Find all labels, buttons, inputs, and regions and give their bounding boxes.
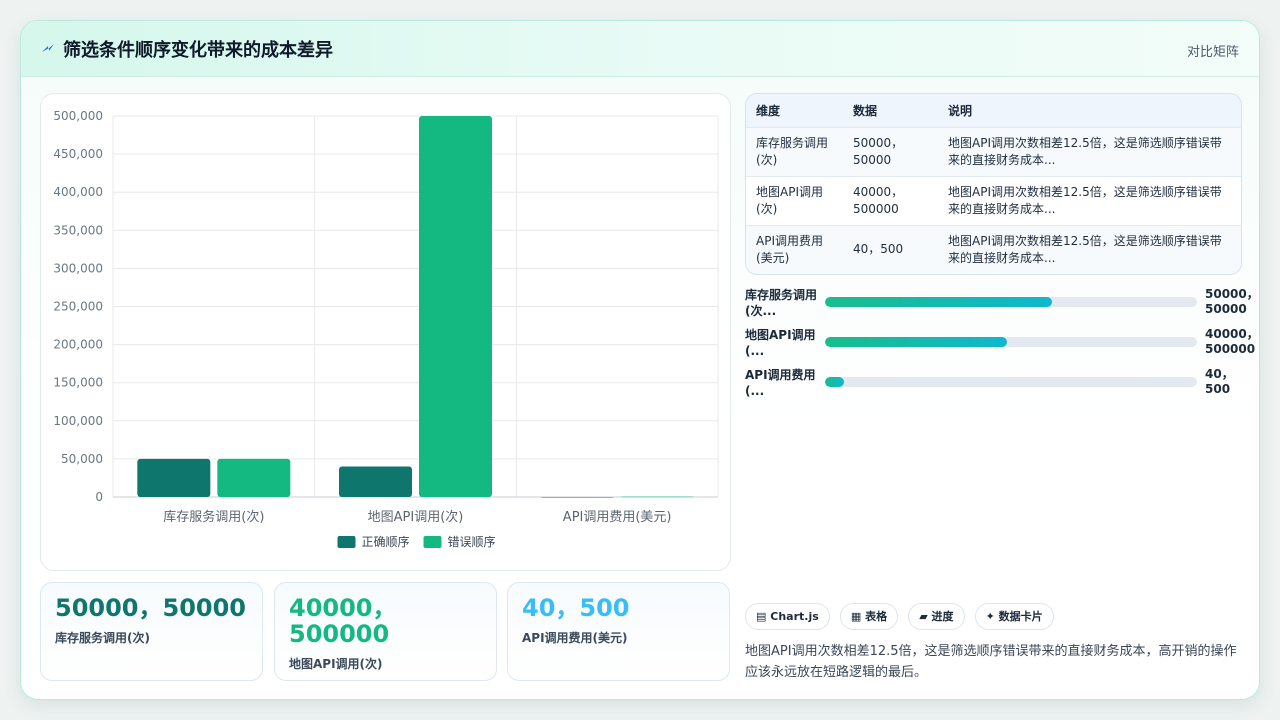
bar [620,496,694,498]
kpi-card: 40000，500000 地图API调用(次) [274,582,497,681]
table-cell-note: 地图API调用次数相差12.5倍，这是筛选顺序错误带来的直接财务成本... [948,184,1222,216]
legend-swatch [337,536,356,548]
y-tick-label: 400,000 [53,185,103,199]
bar [419,116,492,497]
chip-label: Chart.js [770,610,819,623]
table-header-note: 说明 [948,103,973,118]
sparkle-icon: ✦ [985,610,995,623]
kpi-card: 50000，50000 库存服务调用(次) [40,582,263,681]
table-cell-dimension: 库存服务调用(次) [756,135,829,167]
table-cell-note: 地图API调用次数相差12.5倍，这是筛选顺序错误带来的直接财务成本... [948,233,1222,265]
progress-icon: ▰ [919,610,928,623]
table-row: 库存服务调用(次) 50000，50000 地图API调用次数相差12.5倍，这… [746,127,1241,176]
x-tick-label: 库存服务调用(次) [163,509,264,525]
chip-label: 数据卡片 [998,610,1043,623]
progress-track [825,377,1197,387]
chip-table[interactable]: ▦ 表格 [839,603,899,630]
y-tick-label: 100,000 [53,414,103,428]
chip-label: 表格 [865,610,888,623]
bar [217,458,291,497]
kpi-card: 40，500 API调用费用(美元) [507,582,730,681]
legend-label: 正确顺序 [362,534,410,549]
y-tick-label: 50,000 [61,452,103,466]
y-tick-label: 350,000 [53,223,103,237]
page-title: 筛选条件顺序变化带来的成本差异 [63,40,333,61]
progress-item: API调用费用(... 40，500 [745,367,1255,409]
chip-progress[interactable]: ▰ 进度 [908,603,965,630]
data-table: 维度 数据 说明 库存服务调用(次) 50000，50000 地图API调用次数… [745,93,1242,275]
lightning-icon [42,44,54,52]
progress-fill [825,337,1008,347]
kpi-value: 40000，500000 [289,594,397,648]
y-tick-label: 450,000 [53,147,103,161]
bar-chart: 0 50,000 100,000 150,000 200,000 250,000 300,0… [53,109,719,549]
table-header-dimension: 维度 [756,103,781,118]
y-tick-label: 0 [95,490,103,504]
y-tick-label: 500,000 [53,109,103,123]
table-cell-data: 50000，50000 [853,135,904,167]
kpi-value: 50000，50000 [55,594,246,622]
progress-label: API调用费用(... [745,368,816,398]
table-cell-data: 40，500 [853,242,904,257]
y-tick-label: 200,000 [53,338,103,352]
bar [540,496,614,498]
bar [339,466,412,497]
table-row: 地图API调用(次) 40000，500000 地图API调用次数相差12.5倍… [746,176,1241,225]
progress-list: 库存服务调用(次... 50000，50000 地图API调用(... 4000… [745,287,1259,409]
legend-label: 错误顺序 [448,534,496,549]
progress-track [825,297,1197,307]
table-row: API调用费用(美元) 40，500 地图API调用次数相差12.5倍，这是筛选… [746,225,1241,274]
table-icon: ▦ [850,610,862,623]
x-tick-label: API调用费用(美元) [563,510,672,525]
header: 筛选条件顺序变化带来的成本差异 对比矩阵 [21,21,1259,77]
progress-label: 库存服务调用(次... [745,288,818,318]
progress-value: 40000，500000 [1205,327,1259,356]
chart-icon: ▤ [756,610,767,623]
bar [137,458,211,497]
x-tick-label: 地图API调用(次) [368,509,464,525]
y-tick-label: 300,000 [53,261,103,275]
progress-item: 地图API调用(... 40000，500000 [745,327,1259,369]
progress-item: 库存服务调用(次... 50000，50000 [745,287,1259,329]
table-header-row: 维度 数据 说明 [746,94,1241,127]
progress-value: 50000，50000 [1205,287,1259,316]
chart-panel: 0 50,000 100,000 150,000 200,000 250,000 300,0… [40,93,731,571]
progress-fill [825,377,844,387]
kpi-value: 40，500 [522,594,630,622]
y-tick-label: 150,000 [53,376,103,390]
progress-track [825,337,1197,347]
table-cell-dimension: API调用费用(美元) [756,233,823,265]
chip-data-card[interactable]: ✦ 数据卡片 [974,603,1054,630]
table-cell-dimension: 地图API调用(次) [756,184,823,216]
table-cell-data: 40000，500000 [853,184,904,216]
summary-text: 地图API调用次数相差12.5倍，这是筛选顺序错误带来的直接财务成本，高开销的操… [745,644,1237,680]
feature-chips: ▤ Chart.js ▦ 表格 ▰ 进度 ✦ 数据卡片 [745,603,1059,630]
kpi-label: API调用费用(美元) [522,631,628,645]
progress-fill [825,297,1052,307]
y-tick-label: 250,000 [53,300,103,314]
table-cell-note: 地图API调用次数相差12.5倍，这是筛选顺序错误带来的直接财务成本... [948,135,1222,167]
header-tag: 对比矩阵 [1186,45,1239,60]
chip-label: 进度 [931,610,954,623]
legend-swatch [423,536,442,548]
main-card: 筛选条件顺序变化带来的成本差异 对比矩阵 0 50,000 100,000 150,0… [20,20,1260,700]
progress-value: 40，500 [1205,367,1234,396]
progress-label: 地图API调用(... [745,328,816,358]
kpi-label: 库存服务调用(次) [55,631,150,645]
table-header-data: 数据 [853,103,878,118]
chip-chartjs[interactable]: ▤ Chart.js [745,603,830,630]
kpi-label: 地图API调用(次) [289,657,383,671]
